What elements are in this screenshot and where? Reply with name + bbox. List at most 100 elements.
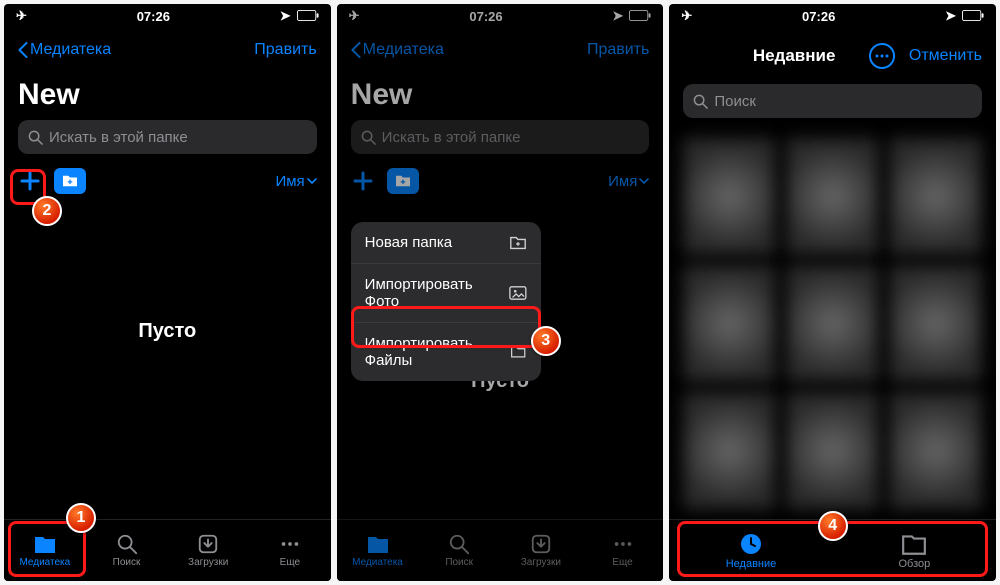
tab-downloads-label: Загрузки (188, 557, 228, 568)
battery-icon (962, 9, 984, 24)
content-area: Пусто (4, 204, 331, 519)
screen-3: ✈︎ 07:26 ➤ Недавние Отменить Поиск Недав… (669, 4, 996, 581)
tab-bar: Медиатека Поиск Загрузки Еще (337, 519, 664, 581)
tab-more[interactable]: Еще (249, 520, 331, 581)
tab-search-label: Поиск (113, 557, 141, 568)
menu-new-folder[interactable]: Новая папка (351, 222, 541, 264)
airplane-icon: ✈︎ (16, 8, 27, 24)
menu-import-files-label: Импортировать Файлы (365, 335, 511, 369)
tab-browse-label: Обзор (898, 558, 930, 570)
status-bar: ✈︎ 07:26 ➤ (669, 4, 996, 28)
add-button[interactable] (18, 169, 42, 193)
back-label: Медиатека (30, 41, 111, 59)
nav-bar: Недавние Отменить (669, 28, 996, 84)
tab-bar: Медиатека Поиск Загрузки Еще (4, 519, 331, 581)
tab-downloads[interactable]: Загрузки (167, 520, 249, 581)
folder-toolbar: Имя (337, 164, 664, 204)
status-bar: ✈︎ 07:26 ➤ (4, 4, 331, 28)
folder-icon (510, 344, 526, 360)
add-button[interactable] (351, 169, 375, 193)
status-time: 07:26 (137, 9, 170, 24)
sort-button[interactable]: Имя (275, 173, 316, 190)
tab-browse[interactable]: Обзор (833, 520, 996, 581)
file-thumb[interactable] (786, 265, 879, 382)
back-button[interactable]: Медиатека (351, 41, 444, 59)
badge-3: 3 (531, 326, 561, 356)
cancel-button[interactable]: Отменить (909, 47, 982, 65)
tab-search-label: Поиск (445, 557, 473, 568)
sort-label: Имя (275, 173, 304, 190)
tab-more-label: Еще (612, 557, 632, 568)
more-options-button[interactable] (869, 43, 895, 69)
tab-library-label: Медиатека (19, 557, 70, 568)
search-input[interactable]: Искать в этой папке (18, 120, 317, 154)
status-bar: ✈︎ 07:26 ➤ (337, 4, 664, 28)
screen-2: ✈︎ 07:26 ➤ Медиатека Править New Искать … (337, 4, 664, 581)
sort-button[interactable]: Имя (608, 173, 649, 190)
status-time: 07:26 (469, 9, 502, 24)
tab-search[interactable]: Поиск (86, 520, 168, 581)
tab-downloads[interactable]: Загрузки (500, 520, 582, 581)
search-input[interactable]: Искать в этой папке (351, 120, 650, 154)
tab-recent-label: Недавние (726, 558, 777, 570)
tab-library-label: Медиатека (352, 557, 403, 568)
screen-1: ✈︎ 07:26 ➤ Медиатека Править New Искать … (4, 4, 331, 581)
battery-icon (297, 9, 319, 24)
file-thumb[interactable] (889, 265, 982, 382)
location-icon: ➤ (945, 8, 956, 24)
tab-more[interactable]: Еще (582, 520, 664, 581)
file-thumb[interactable] (786, 138, 879, 255)
folder-plus-icon (509, 235, 527, 251)
back-button[interactable]: Медиатека (18, 41, 111, 59)
airplane-icon: ✈︎ (349, 8, 360, 24)
chevron-down-icon (639, 178, 649, 184)
chevron-down-icon (307, 178, 317, 184)
file-thumb[interactable] (889, 392, 982, 509)
menu-import-photo[interactable]: Импортировать Фото (351, 264, 541, 323)
search-icon (28, 130, 43, 145)
empty-label: Пусто (138, 320, 196, 343)
add-folder-button[interactable] (387, 168, 419, 194)
tab-library[interactable]: Медиатека (337, 520, 419, 581)
tab-search[interactable]: Поиск (418, 520, 500, 581)
ellipsis-icon (875, 54, 889, 58)
search-placeholder: Поиск (714, 93, 756, 110)
page-title: New (4, 72, 331, 120)
edit-button[interactable]: Править (587, 41, 649, 59)
search-input[interactable]: Поиск (683, 84, 982, 118)
nav-bar: Медиатека Править (4, 28, 331, 72)
file-thumb[interactable] (889, 138, 982, 255)
photo-icon (509, 285, 527, 301)
file-thumb[interactable] (683, 265, 776, 382)
search-icon (361, 130, 376, 145)
back-label: Медиатека (363, 41, 444, 59)
airplane-icon: ✈︎ (681, 8, 692, 24)
menu-import-photo-label: Импортировать Фото (365, 276, 509, 310)
tab-recent[interactable]: Недавние (669, 520, 832, 581)
nav-bar: Медиатека Править (337, 28, 664, 72)
files-grid (669, 128, 996, 519)
badge-2: 2 (32, 196, 62, 226)
menu-new-folder-label: Новая папка (365, 234, 452, 251)
badge-4: 4 (818, 511, 848, 541)
search-placeholder: Искать в этой папке (382, 129, 521, 146)
page-title: New (337, 72, 664, 120)
battery-icon (629, 9, 651, 24)
badge-1: 1 (66, 503, 96, 533)
folder-icon (901, 532, 927, 556)
tab-more-label: Еще (280, 557, 300, 568)
clock-icon (738, 532, 764, 556)
menu-import-files[interactable]: Импортировать Файлы (351, 323, 541, 381)
edit-button[interactable]: Править (254, 41, 316, 59)
status-time: 07:26 (802, 9, 835, 24)
location-icon: ➤ (280, 8, 291, 24)
page-title: Недавние (703, 46, 836, 66)
file-thumb[interactable] (683, 392, 776, 509)
search-placeholder: Искать в этой папке (49, 129, 188, 146)
location-icon: ➤ (612, 8, 623, 24)
sort-label: Имя (608, 173, 637, 190)
add-menu: Новая папка Импортировать Фото Импортиро… (351, 222, 541, 381)
add-folder-button[interactable] (54, 168, 86, 194)
file-thumb[interactable] (683, 138, 776, 255)
file-thumb[interactable] (786, 392, 879, 509)
